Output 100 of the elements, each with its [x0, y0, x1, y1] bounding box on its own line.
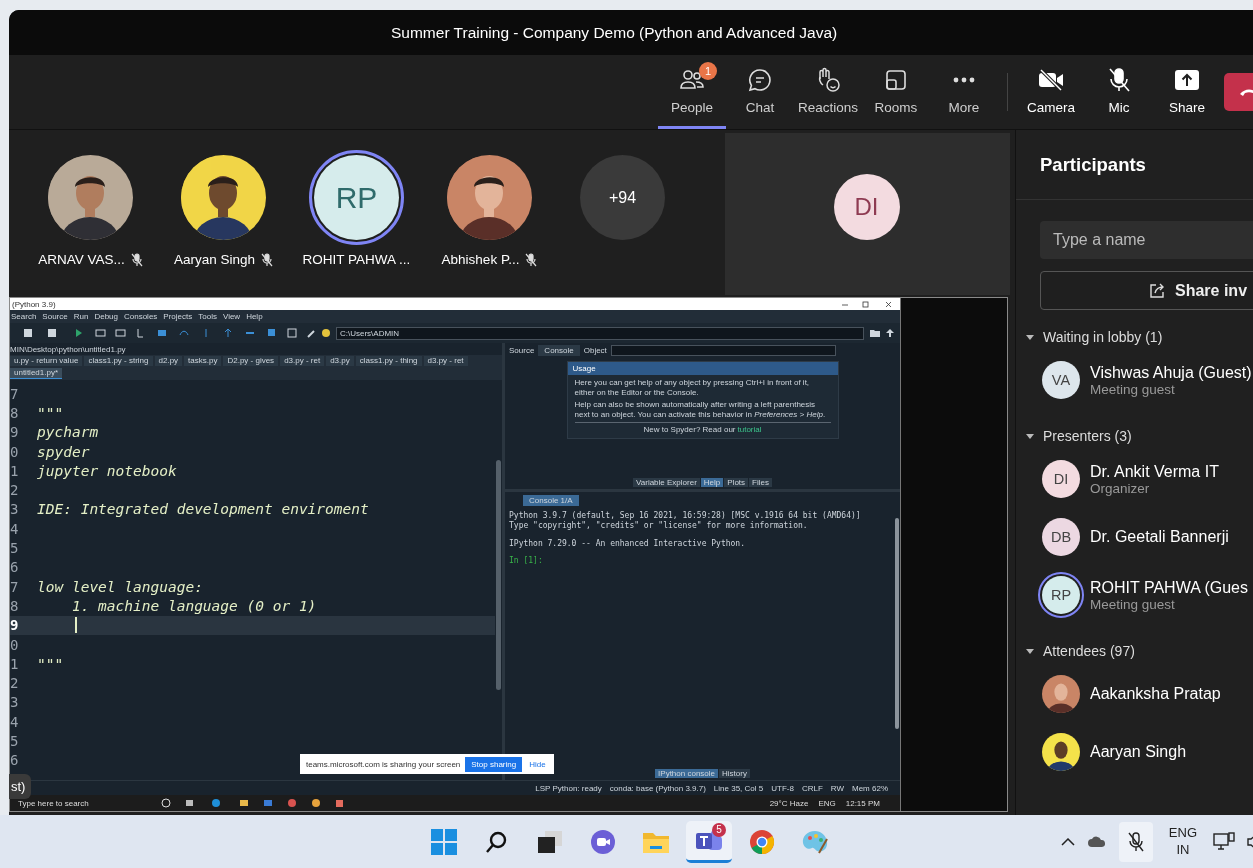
- chevron-icon[interactable]: [1026, 432, 1034, 440]
- participant-name[interactable]: Vishwas Ahuja (Guest): [1090, 363, 1252, 382]
- phone-icon: [1239, 87, 1253, 97]
- up-arrow-icon[interactable]: [886, 329, 894, 337]
- mic-off-icon: [1127, 831, 1144, 852]
- file-tab[interactable]: D2.py - gives: [223, 356, 279, 366]
- participant-name[interactable]: Aakanksha Pratap: [1090, 685, 1221, 703]
- control-button[interactable]: Camera: [1017, 55, 1085, 129]
- console-line: Type "copyright", "credits" or "license" for more information.: [509, 521, 809, 532]
- line-number: 2: [10, 675, 20, 692]
- field-label: Object: [583, 345, 607, 355]
- menu-item[interactable]: Debug: [94, 312, 118, 321]
- file-tab[interactable]: class1.py - thing: [355, 356, 422, 366]
- file-tab[interactable]: d3.py - ret: [280, 356, 325, 366]
- source-dropdown[interactable]: Console: [538, 344, 580, 356]
- pane-tab[interactable]: Help: [700, 478, 724, 487]
- card-title: Usage: [567, 362, 838, 375]
- menu-item[interactable]: Source: [42, 312, 68, 321]
- menu-item[interactable]: Projects: [163, 312, 193, 321]
- line-number: 5: [10, 540, 20, 556]
- toolbar-button[interactable]: Rooms: [862, 55, 930, 129]
- windows-logo-icon: [431, 828, 457, 855]
- control-button[interactable]: Share: [1153, 55, 1221, 129]
- code-line: pycharm: [37, 424, 99, 441]
- file-tab[interactable]: tasks.py: [184, 356, 222, 366]
- section-heading[interactable]: Presenters (3): [1043, 428, 1132, 444]
- participant-name[interactable]: Dr. Ankit Verma IT: [1090, 462, 1219, 481]
- browser-icon: [749, 828, 775, 855]
- pane-tab[interactable]: History: [719, 769, 750, 778]
- participant-name[interactable]: Aaryan Singh: [1090, 743, 1187, 761]
- menu-item[interactable]: Search: [11, 312, 37, 321]
- chevron-icon[interactable]: [1026, 647, 1034, 655]
- status-item: RW: [830, 783, 844, 793]
- language-indicator[interactable]: ENG: [1168, 824, 1197, 842]
- taskbar-app-button[interactable]: 5: [686, 820, 732, 863]
- file-tab[interactable]: d3.py - ret: [423, 356, 468, 366]
- participant-name[interactable]: Dr. Geetali Bannerji: [1090, 528, 1229, 546]
- section-heading[interactable]: Waiting in lobby (1): [1043, 329, 1163, 345]
- text-cursor: [75, 617, 77, 634]
- avatar[interactable]: DI: [833, 174, 900, 240]
- cloud-icon[interactable]: [1086, 835, 1107, 848]
- more-participants-button[interactable]: +94: [580, 155, 665, 240]
- help-paragraph: Here you can get help of any object by pressing Ctrl+I in front of it, either on the Editor or the Console.: [574, 378, 811, 398]
- stop-sharing-button[interactable]: Stop sharing: [465, 756, 523, 772]
- avatar: DB: [1042, 518, 1080, 556]
- menu-item[interactable]: Run: [73, 312, 89, 321]
- pane-tab[interactable]: IPython console: [655, 769, 718, 778]
- avatar: VA: [1042, 361, 1080, 399]
- file-tab[interactable]: d2.py: [154, 356, 183, 366]
- avatar: DI: [1042, 460, 1080, 498]
- search-field[interactable]: Type a name: [1040, 221, 1253, 259]
- file-tab[interactable]: d3.py: [326, 356, 354, 366]
- line-number: 7: [10, 578, 20, 595]
- line-number: 7: [10, 385, 20, 402]
- network-icon[interactable]: [1213, 831, 1235, 852]
- line-number: 1: [10, 655, 20, 672]
- console-line: In [1]:: [509, 556, 544, 567]
- pane-tab[interactable]: Plots: [724, 478, 749, 487]
- chevron-icon[interactable]: [1026, 333, 1034, 341]
- chat-icon: [748, 68, 772, 92]
- file-tab[interactable]: class1.py - string: [84, 356, 153, 366]
- menu-item[interactable]: Consoles: [124, 312, 158, 321]
- field-label: Source: [509, 345, 535, 355]
- participant-name[interactable]: ROHIT PAHWA (Gues: [1090, 578, 1248, 597]
- toolbar-button[interactable]: Chat: [726, 55, 794, 129]
- menu-item[interactable]: Help: [246, 312, 263, 321]
- folder-icon[interactable]: [870, 329, 880, 337]
- file-tab[interactable]: untitled1.py*: [10, 368, 63, 379]
- menu-item[interactable]: View: [222, 312, 241, 321]
- line-number: 0: [10, 443, 20, 460]
- scrollbar-thumb[interactable]: [496, 460, 501, 690]
- object-field[interactable]: [610, 344, 836, 356]
- participant-role: Meeting guest: [1090, 381, 1176, 397]
- toolbar-button[interactable]: More: [930, 55, 998, 129]
- share-invite-button[interactable]: Share inv: [1040, 271, 1253, 310]
- console-tab[interactable]: Console 1/A: [523, 494, 579, 506]
- toolbar-button[interactable]: Reactions: [794, 55, 862, 129]
- search-field[interactable]: Type here to search: [18, 798, 128, 808]
- pane-tab[interactable]: Files: [749, 478, 772, 487]
- file-tab[interactable]: u.py - return value: [10, 356, 83, 366]
- mic-off-icon: [1107, 67, 1131, 93]
- menu-item[interactable]: Tools: [198, 312, 217, 321]
- toolbar-button[interactable]: 1 People: [658, 55, 726, 129]
- line-number: 1: [10, 462, 20, 479]
- region-indicator[interactable]: IN: [1176, 841, 1190, 859]
- language-indicator[interactable]: ENG: [818, 798, 836, 808]
- pane-tab[interactable]: Variable Explorer: [633, 478, 700, 487]
- section-heading[interactable]: Attendees (97): [1043, 643, 1135, 659]
- tutorial-link[interactable]: tutorial: [737, 425, 762, 435]
- hide-button[interactable]: Hide: [527, 759, 548, 769]
- path-field[interactable]: C:\Users\ADMIN: [336, 326, 864, 340]
- rooms-icon: [885, 69, 907, 91]
- code-line: low level language:: [37, 578, 203, 595]
- scrollbar-thumb[interactable]: [895, 518, 899, 729]
- control-button[interactable]: Mic: [1085, 55, 1153, 129]
- console-line: IPython 7.29.0 -- An enhanced Interactive Python.: [509, 538, 746, 550]
- chevron-up-icon[interactable]: [1060, 837, 1075, 846]
- line-number: 8: [10, 404, 20, 421]
- line-number: 4: [10, 520, 20, 537]
- mic-off-button[interactable]: [1118, 821, 1153, 862]
